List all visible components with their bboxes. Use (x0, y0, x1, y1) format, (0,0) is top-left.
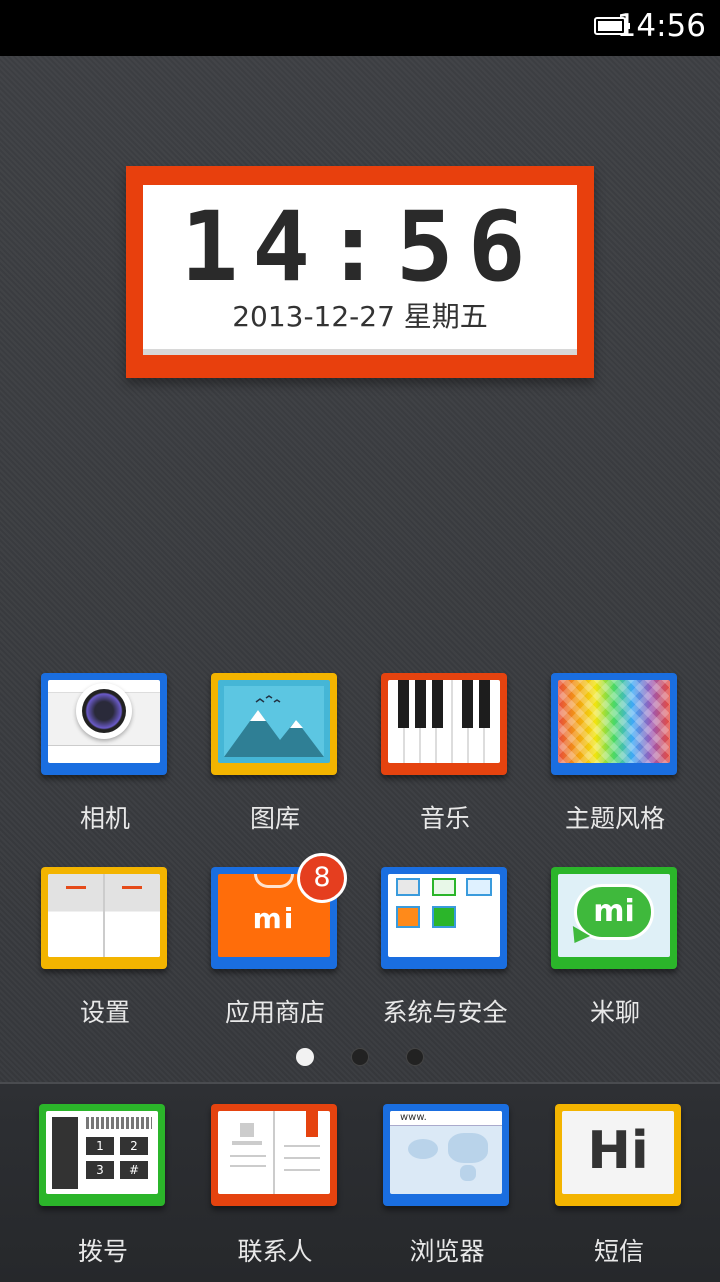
settings-icon (41, 867, 167, 969)
dock-label: 浏览器 (409, 1237, 485, 1266)
dialer-key: # (120, 1161, 148, 1179)
miliao-chat-icon: mi (551, 867, 677, 969)
miliao-icon-text: mi (593, 894, 635, 929)
url-bar: www. (390, 1111, 502, 1126)
store-icon-text: mi (252, 902, 296, 935)
page-indicator[interactable] (0, 1048, 720, 1068)
messages-icon: Hi (555, 1104, 681, 1206)
piano-icon (381, 673, 507, 775)
app-label: 系统与安全 (382, 998, 508, 1027)
app-label: 相机 (79, 804, 130, 833)
page-dot[interactable] (351, 1048, 369, 1066)
app-label: 图库 (249, 804, 300, 833)
dock-label: 拨号 (77, 1237, 128, 1266)
gallery-icon (211, 673, 337, 775)
browser-icon: www. (383, 1104, 509, 1206)
page-dot[interactable] (406, 1048, 424, 1066)
themes-icon (551, 673, 677, 775)
camera-icon (41, 673, 167, 775)
app-label: 设置 (79, 998, 130, 1027)
system-security-icon (381, 867, 507, 969)
page-dot-active[interactable] (296, 1048, 314, 1066)
contacts-icon (211, 1104, 337, 1206)
clock-time: 14:56 (180, 191, 540, 303)
dialer-icon: 1 2 3 # (39, 1104, 165, 1206)
app-label: 主题风格 (564, 804, 665, 833)
clock-date: 2013-12-27 星期五 (232, 300, 488, 333)
dialer-key: 3 (86, 1161, 114, 1179)
clock-widget[interactable]: 14:56 2013-12-27 星期五 (126, 166, 594, 378)
dock-label: 短信 (593, 1237, 644, 1266)
notification-badge: 8 (297, 853, 347, 903)
dialer-key: 1 (86, 1137, 114, 1155)
messages-icon-text: Hi (587, 1121, 649, 1181)
app-label: 米聊 (589, 998, 640, 1027)
status-time: 14:56 (616, 8, 706, 44)
dock-label: 联系人 (237, 1237, 313, 1266)
app-label: 音乐 (419, 804, 470, 833)
status-bar: 14:56 (0, 0, 720, 56)
app-label: 应用商店 (224, 998, 325, 1027)
dialer-key: 2 (120, 1137, 148, 1155)
